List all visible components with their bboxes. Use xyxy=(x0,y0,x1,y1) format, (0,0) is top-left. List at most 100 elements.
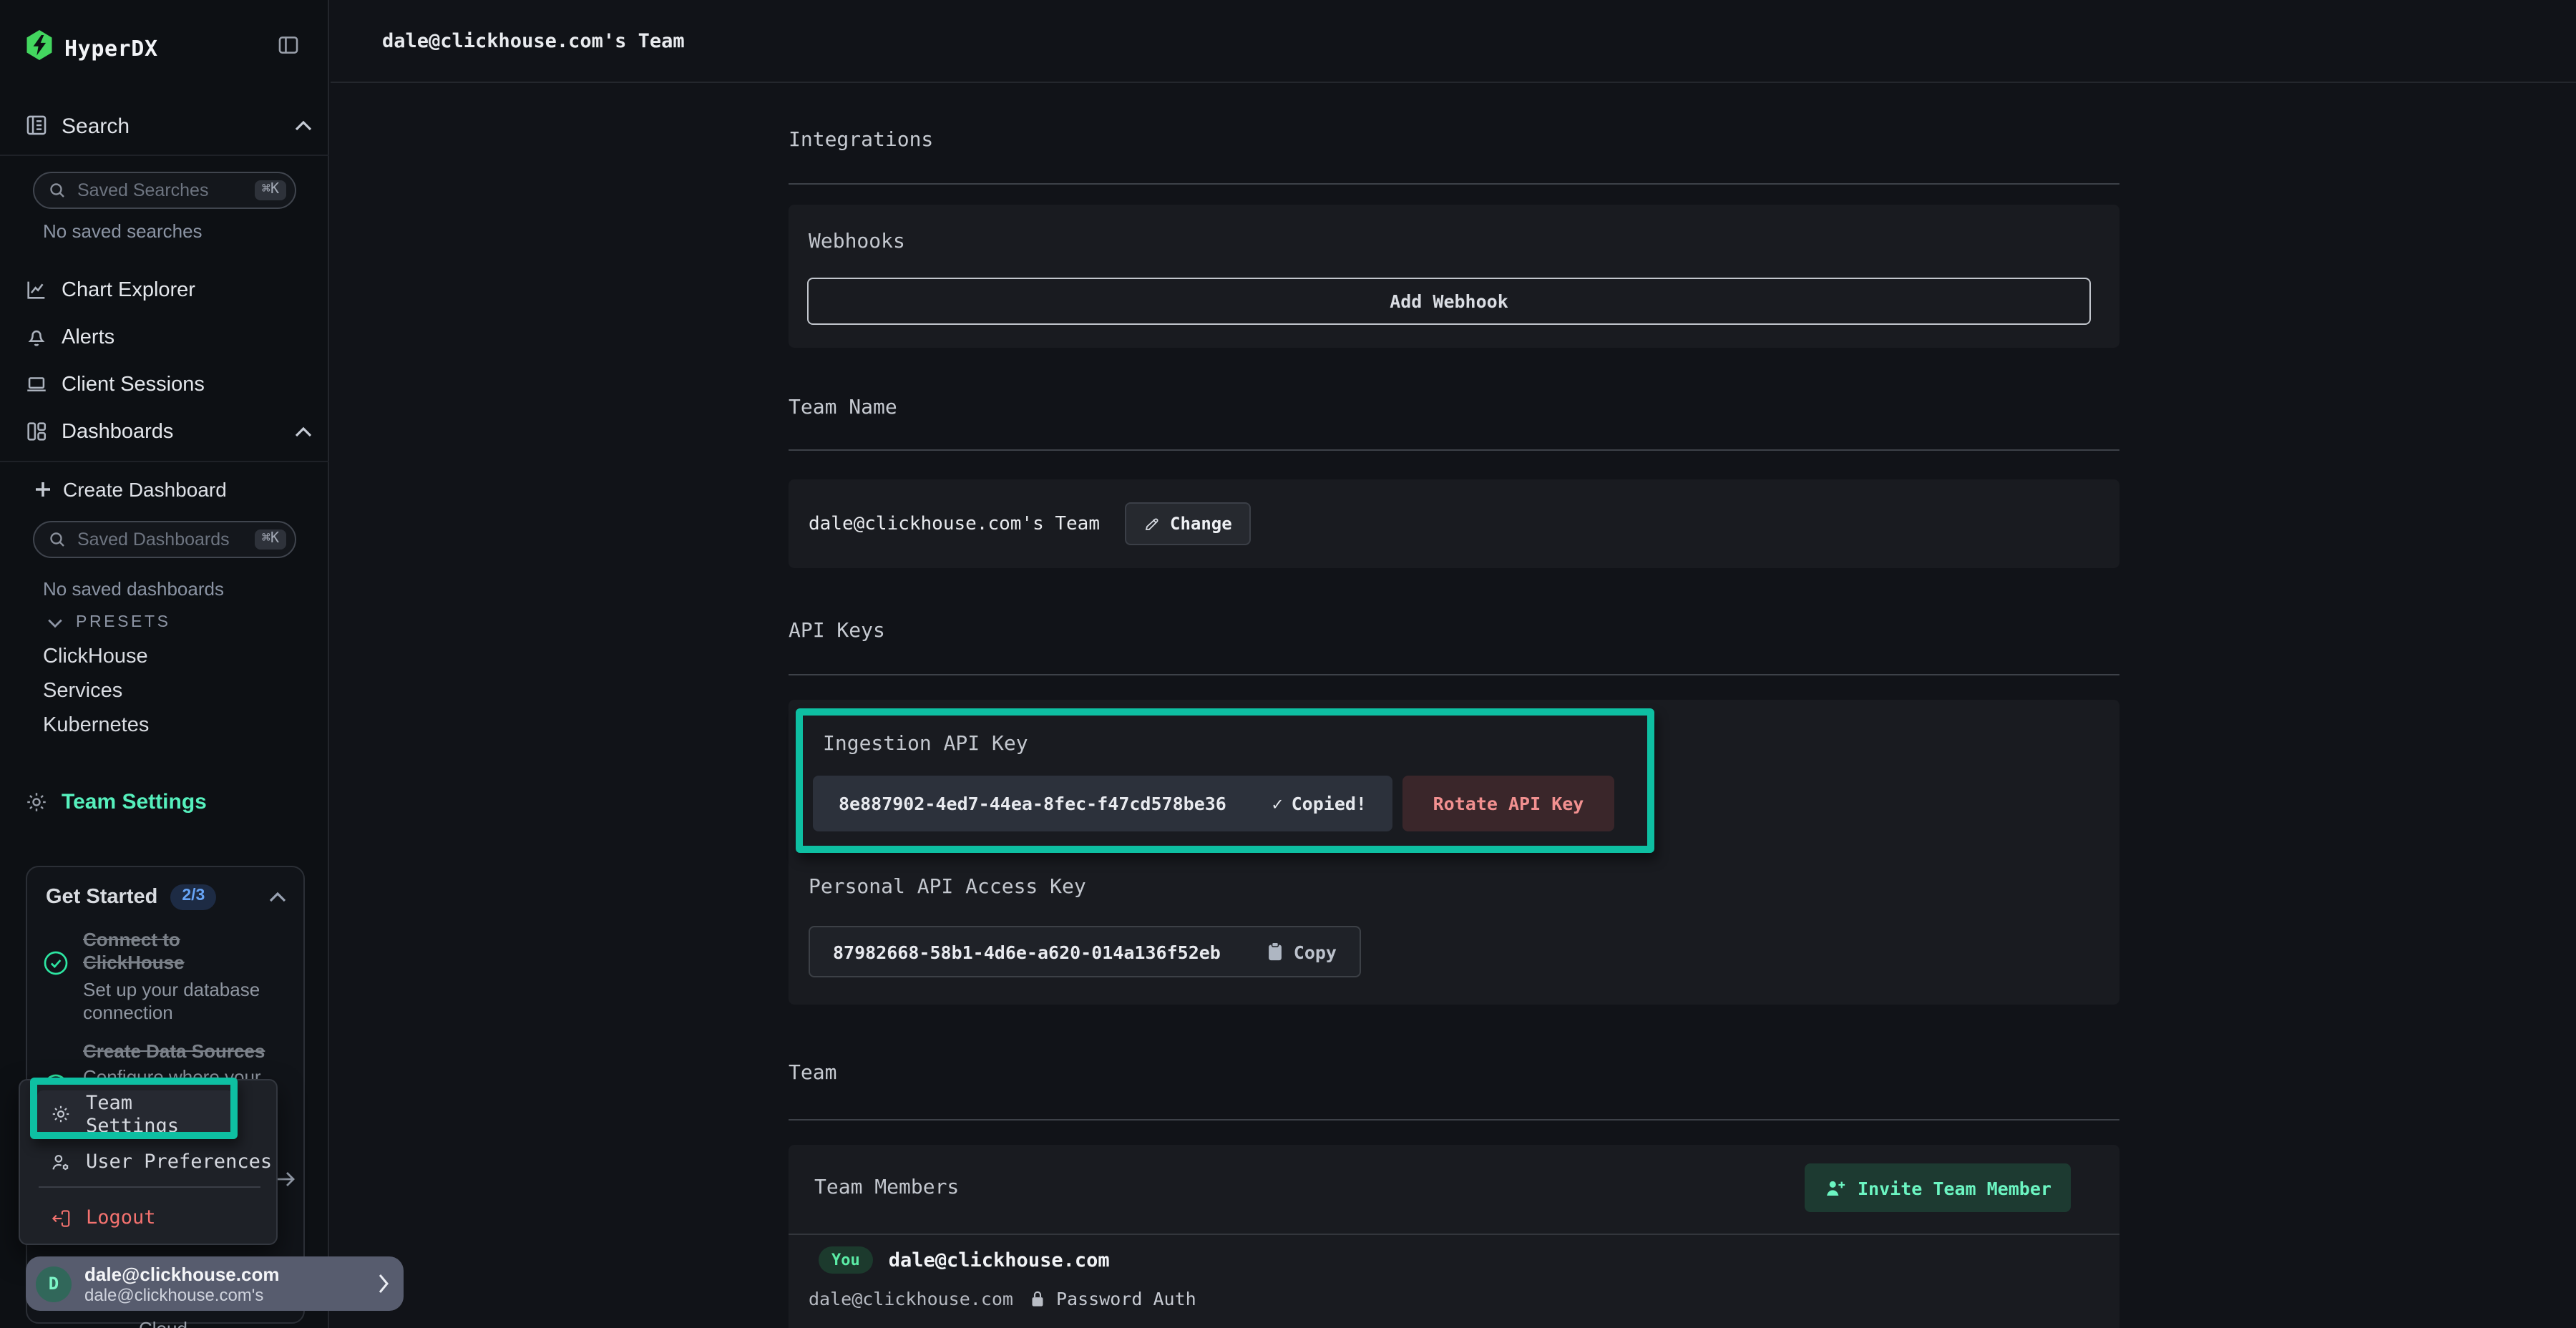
plus-icon xyxy=(34,481,52,498)
member-row: You dale@clickhouse.com xyxy=(819,1246,1110,1274)
change-team-name-button[interactable]: Change xyxy=(1124,502,1251,545)
get-started-title: Get Started xyxy=(46,886,157,909)
account-profile-button[interactable]: D dale@clickhouse.com dale@clickhouse.co… xyxy=(26,1256,404,1311)
sidebar-item-label: Dashboards xyxy=(62,420,173,443)
ingestion-api-key-chip[interactable]: 8e887902-4ed7-44ea-8fec-f47cd578be36 ✓ C… xyxy=(813,776,1392,831)
saved-dashboards-input[interactable]: ⌘K xyxy=(33,521,296,558)
section-rule xyxy=(789,183,2119,185)
chevron-down-icon xyxy=(47,617,63,628)
get-started-step-2-title[interactable]: Create Data Sources xyxy=(83,1040,298,1063)
add-webhook-button[interactable]: Add Webhook xyxy=(807,278,2091,325)
section-rule xyxy=(789,1119,2119,1120)
shortcut-badge: ⌘K xyxy=(255,529,286,550)
api-keys-card: Ingestion API Key 8e887902-4ed7-44ea-8fe… xyxy=(789,700,2119,1005)
team-members-card: Team Members Invite Team Member You dale… xyxy=(789,1145,2119,1328)
page-title: dale@clickhouse.com's Team xyxy=(382,29,685,52)
sidebar-item-team-settings[interactable]: Team Settings xyxy=(24,790,207,814)
sidebar-item-label: Client Sessions xyxy=(62,373,205,396)
search-icon xyxy=(49,182,66,199)
section-rule xyxy=(789,674,2119,675)
saved-searches-field[interactable] xyxy=(74,179,255,202)
preset-clickhouse[interactable]: ClickHouse xyxy=(43,645,148,668)
team-settings-label: Team Settings xyxy=(62,790,207,814)
sidebar-item-label: Chart Explorer xyxy=(62,278,195,301)
menu-item-user-preferences[interactable]: User Preferences xyxy=(50,1143,272,1181)
member-email: dale@clickhouse.com xyxy=(809,1288,1013,1309)
get-started-progress-badge: 2/3 xyxy=(170,884,216,910)
preset-kubernetes[interactable]: Kubernetes xyxy=(43,714,149,737)
menu-item-logout[interactable]: Logout xyxy=(50,1199,156,1236)
webhooks-card: Webhooks Add Webhook xyxy=(789,205,2119,348)
account-popup-menu: Team Settings User Preferences xyxy=(19,1079,278,1245)
search-section-icon xyxy=(24,113,49,137)
sidebar-item-client-sessions[interactable]: Client Sessions xyxy=(0,361,329,408)
rotate-api-key-button[interactable]: Rotate API Key xyxy=(1402,776,1614,831)
team-name-card: dale@clickhouse.com's Team Change xyxy=(789,479,2119,568)
card-divider xyxy=(789,1234,2119,1235)
shortcut-badge: ⌘K xyxy=(255,180,286,200)
pencil-icon xyxy=(1143,515,1160,532)
menu-item-label: Logout xyxy=(86,1206,156,1229)
gear-icon xyxy=(24,790,49,814)
get-started-step-1-subtitle: Set up your database connection xyxy=(83,979,286,1025)
get-started-step-1-title[interactable]: Connect to ClickHouse xyxy=(83,929,286,975)
logout-icon xyxy=(50,1207,72,1229)
auth-method: Password Auth xyxy=(1056,1288,1196,1309)
menu-item-team-settings[interactable]: Team Settings xyxy=(37,1090,233,1138)
dashboards-grid-icon xyxy=(24,419,50,444)
clipboard-icon xyxy=(1267,942,1284,962)
menu-divider xyxy=(39,1186,260,1188)
integrations-section-title: Integrations xyxy=(789,129,2119,152)
sidebar-bottom-partial-text: Cloud xyxy=(139,1318,187,1328)
profile-name: dale@clickhouse.com xyxy=(84,1263,279,1284)
lock-icon xyxy=(1030,1289,1045,1308)
sidebar-item-label: Alerts xyxy=(62,326,114,348)
menu-item-label: Team Settings xyxy=(86,1091,233,1137)
bell-icon xyxy=(24,325,50,349)
menu-item-label: User Preferences xyxy=(86,1151,272,1173)
copied-label: Copied! xyxy=(1292,793,1367,814)
personal-api-key-label: Personal API Access Key xyxy=(809,876,1086,899)
sidebar-section-search[interactable]: Search xyxy=(62,114,130,139)
hyperdx-logo-icon xyxy=(24,29,54,62)
personal-api-key-chip[interactable]: 87982668-58b1-4d6e-a620-014a136f52eb Cop… xyxy=(809,926,1361,977)
member-name: dale@clickhouse.com xyxy=(889,1249,1110,1271)
sidebar-item-chart-explorer[interactable]: Chart Explorer xyxy=(0,266,329,313)
sidebar: HyperDX Search xyxy=(0,0,329,1328)
create-dashboard-button[interactable]: Create Dashboard xyxy=(34,478,227,501)
user-plus-icon xyxy=(1825,1178,1846,1197)
laptop-icon xyxy=(24,372,50,396)
ingestion-api-key-value: 8e887902-4ed7-44ea-8fec-f47cd578be36 xyxy=(839,793,1226,814)
change-button-label: Change xyxy=(1170,514,1232,534)
copy-label: Copy xyxy=(1294,941,1337,962)
user-gear-icon xyxy=(50,1151,72,1173)
dashboards-collapse-chevron-icon[interactable] xyxy=(295,426,312,437)
invite-team-member-button[interactable]: Invite Team Member xyxy=(1805,1163,2072,1212)
saved-searches-input[interactable]: ⌘K xyxy=(33,172,296,209)
profile-team-name: dale@clickhouse.com's xyxy=(84,1284,279,1304)
chevron-right-icon xyxy=(378,1274,389,1294)
no-saved-dashboards-text: No saved dashboards xyxy=(43,578,224,600)
get-started-collapse-chevron-icon[interactable] xyxy=(269,892,286,903)
hyperdx-app-window: HyperDX Search xyxy=(0,0,2576,1328)
page-header: dale@clickhouse.com's Team xyxy=(331,0,2576,83)
preset-services[interactable]: Services xyxy=(43,680,122,703)
create-dashboard-label: Create Dashboard xyxy=(63,478,227,501)
saved-dashboards-field[interactable] xyxy=(74,528,255,551)
step-check-icon xyxy=(42,949,70,977)
api-keys-section-title: API Keys xyxy=(789,620,2119,643)
search-collapse-chevron-icon[interactable] xyxy=(295,120,312,132)
personal-api-key-value: 87982668-58b1-4d6e-a620-014a136f52eb xyxy=(833,941,1221,962)
no-saved-searches-text: No saved searches xyxy=(43,220,203,242)
you-badge: You xyxy=(819,1246,873,1274)
search-icon xyxy=(49,531,66,548)
sidebar-item-dashboards[interactable]: Dashboards xyxy=(0,408,329,455)
section-rule xyxy=(789,449,2119,451)
avatar: D xyxy=(36,1266,72,1302)
sidebar-item-alerts[interactable]: Alerts xyxy=(0,313,329,361)
presets-label: PRESETS xyxy=(76,614,171,631)
invite-button-label: Invite Team Member xyxy=(1858,1177,2051,1198)
team-members-title: Team Members xyxy=(814,1176,959,1199)
sidebar-collapse-icon[interactable] xyxy=(276,33,301,57)
presets-header[interactable]: PRESETS xyxy=(47,614,171,631)
